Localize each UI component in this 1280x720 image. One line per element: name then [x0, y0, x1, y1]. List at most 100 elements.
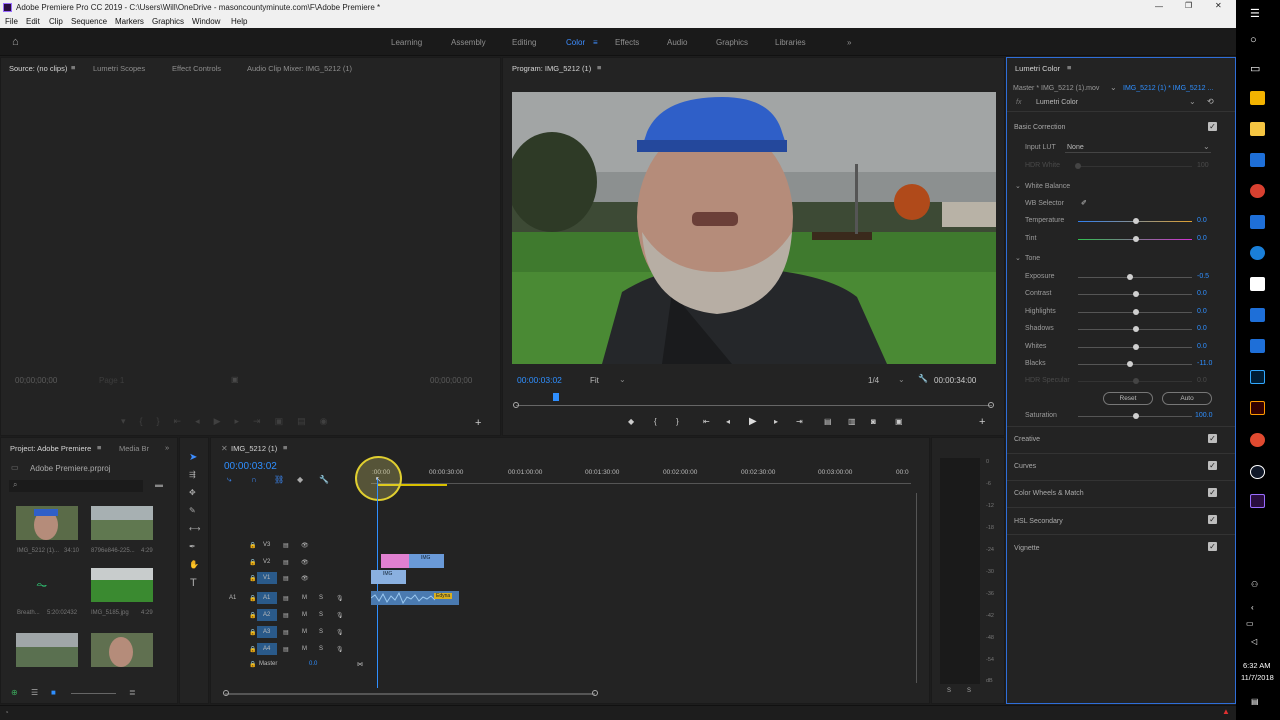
timeline-settings-icon[interactable]: 🔧	[319, 475, 329, 484]
section-tone[interactable]: Tone	[1025, 255, 1040, 262]
source-page-select[interactable]: Page 1	[99, 376, 124, 385]
minimize-icon[interactable]: —	[1155, 2, 1163, 11]
slider-value[interactable]: -0.5	[1197, 273, 1209, 280]
thumbnail-breath-audio[interactable]: ⏦	[16, 568, 78, 602]
app-blue-icon[interactable]	[1250, 215, 1265, 229]
premiere-taskbar-icon[interactable]	[1250, 494, 1265, 508]
fx-badge[interactable]: fx	[1016, 99, 1021, 106]
slider-value[interactable]: 0.0	[1197, 217, 1207, 224]
program-quality-select[interactable]: 1/4	[868, 376, 879, 385]
toggle-output-eye-icon[interactable]: 👁	[301, 575, 309, 582]
mark-in-icon[interactable]: {	[654, 417, 657, 426]
color-wheels-checkbox[interactable]: ✓	[1208, 488, 1217, 497]
tone-chevron-icon[interactable]: ⌄	[1015, 254, 1021, 262]
go-to-out-icon[interactable]: ⇥	[796, 417, 803, 426]
sync-lock-icon[interactable]: ▤	[283, 542, 289, 549]
ripple-edit-tool-icon[interactable]: ✥	[189, 488, 196, 497]
track-label[interactable]: V2	[263, 559, 270, 565]
mute-button[interactable]: M	[302, 629, 307, 635]
razor-tool-icon[interactable]: ✎	[189, 506, 196, 515]
tab-project[interactable]: Project: Adobe Premiere	[10, 444, 91, 453]
source-settings-icon[interactable]: ▣	[231, 375, 239, 384]
solo-button[interactable]: S	[319, 646, 323, 652]
fit-chevron-down-icon[interactable]: ⌄	[619, 375, 626, 384]
track-label[interactable]: A2	[263, 612, 270, 618]
menu-edit[interactable]: Edit	[26, 17, 40, 26]
toggle-output-eye-icon[interactable]: 👁	[301, 559, 309, 566]
network-icon[interactable]: ▭	[1246, 619, 1254, 628]
task-view-icon[interactable]: ▭	[1250, 62, 1260, 75]
menu-sequence[interactable]: Sequence	[71, 17, 107, 26]
workspace-libraries[interactable]: Libraries	[775, 38, 806, 47]
contrast-knob[interactable]	[1133, 291, 1139, 297]
lock-track-icon[interactable]: 🔒	[249, 595, 256, 602]
app-red-icon[interactable]	[1250, 184, 1265, 198]
sync-lock-icon[interactable]: ▤	[283, 646, 289, 653]
warning-icon[interactable]: ▲	[1222, 707, 1230, 716]
clip-v2-img[interactable]: IMG	[409, 554, 444, 568]
program-panel-menu-icon[interactable]: ≡	[597, 63, 601, 72]
mute-button[interactable]: M	[302, 595, 307, 601]
scrub-in-handle[interactable]	[513, 402, 519, 408]
vignette-checkbox[interactable]: ✓	[1208, 542, 1217, 551]
type-tool-icon[interactable]: T	[190, 577, 197, 589]
sort-icon[interactable]: ≣	[129, 688, 136, 697]
temperature-knob[interactable]	[1133, 218, 1139, 224]
track-label[interactable]: V1	[263, 575, 270, 581]
play-icon[interactable]: ▶	[749, 416, 757, 427]
workspace-assembly[interactable]: Assembly	[451, 38, 486, 47]
clip-v1-img[interactable]: IMG	[371, 570, 406, 584]
lock-track-icon[interactable]: 🔒	[249, 575, 256, 582]
timeline-timecode[interactable]: 00:00:03:02	[224, 461, 277, 472]
workspace-editing[interactable]: Editing	[512, 38, 536, 47]
clip-v2-pink[interactable]	[381, 554, 409, 568]
cortana-icon[interactable]: ○	[1250, 34, 1257, 46]
add-marker-icon[interactable]: ◆	[628, 417, 634, 426]
sync-lock-icon[interactable]: ▤	[283, 612, 289, 619]
section-white-balance[interactable]: White Balance	[1025, 183, 1070, 190]
meter-solo-right[interactable]: S	[967, 688, 971, 694]
tab-program[interactable]: Program: IMG_5212 (1)	[512, 64, 591, 73]
solo-button[interactable]: S	[319, 629, 323, 635]
more-panels-icon[interactable]: »	[165, 443, 169, 452]
lumetri-master-clip[interactable]: Master * IMG_5212 (1).mov	[1013, 85, 1099, 92]
slider-value[interactable]: 0.0	[1197, 308, 1207, 315]
scroll-left-handle[interactable]	[223, 690, 229, 696]
track-select-tool-icon[interactable]: ⇶	[189, 470, 196, 479]
highlights-knob[interactable]	[1133, 309, 1139, 315]
creative-checkbox[interactable]: ✓	[1208, 434, 1217, 443]
mute-button[interactable]: M	[302, 612, 307, 618]
lock-track-icon[interactable]: 🔒	[249, 612, 256, 619]
step-forward-icon[interactable]: ▸	[774, 417, 778, 426]
lock-track-icon[interactable]: 🔒	[249, 646, 256, 653]
slider-value[interactable]: 0.0	[1197, 290, 1207, 297]
section-hsl-secondary[interactable]: HSL Secondary	[1014, 518, 1063, 525]
extract-icon[interactable]: ▥	[848, 417, 856, 426]
tab-sequence[interactable]: IMG_5212 (1)	[231, 444, 277, 453]
workspace-effects[interactable]: Effects	[615, 38, 639, 47]
selection-tool-icon[interactable]: ➤	[189, 452, 197, 463]
menu-file[interactable]: File	[5, 17, 18, 26]
project-search-input[interactable]	[9, 480, 143, 492]
workspace-learning[interactable]: Learning	[391, 38, 422, 47]
lumetri-panel-title[interactable]: Lumetri Color	[1015, 64, 1060, 73]
illustrator-icon[interactable]	[1250, 401, 1265, 415]
clock-date[interactable]: 11/7/2018	[1241, 673, 1274, 682]
auto-button[interactable]: Auto	[1162, 392, 1212, 405]
comparison-view-icon[interactable]: ▣	[895, 417, 903, 426]
tab-media-browser[interactable]: Media Br	[119, 444, 149, 453]
track-label[interactable]: A1	[263, 595, 270, 601]
workspace-graphics[interactable]: Graphics	[716, 38, 748, 47]
tint-knob[interactable]	[1133, 236, 1139, 242]
store-icon[interactable]	[1250, 91, 1265, 105]
master-volume-value[interactable]: 0.0	[309, 661, 317, 667]
slider-value[interactable]: 0.0	[1197, 325, 1207, 332]
thumbnail-8796e846[interactable]	[91, 506, 153, 540]
outlook-icon[interactable]	[1250, 153, 1265, 167]
mark-out-icon[interactable]: }	[676, 417, 679, 426]
snap-icon[interactable]: ∩	[251, 475, 257, 484]
input-lut-select[interactable]: None ⌄	[1065, 142, 1211, 153]
blacks-knob[interactable]	[1127, 361, 1133, 367]
record-mic-icon[interactable]: 🎙	[336, 595, 344, 602]
section-vignette[interactable]: Vignette	[1014, 545, 1040, 552]
